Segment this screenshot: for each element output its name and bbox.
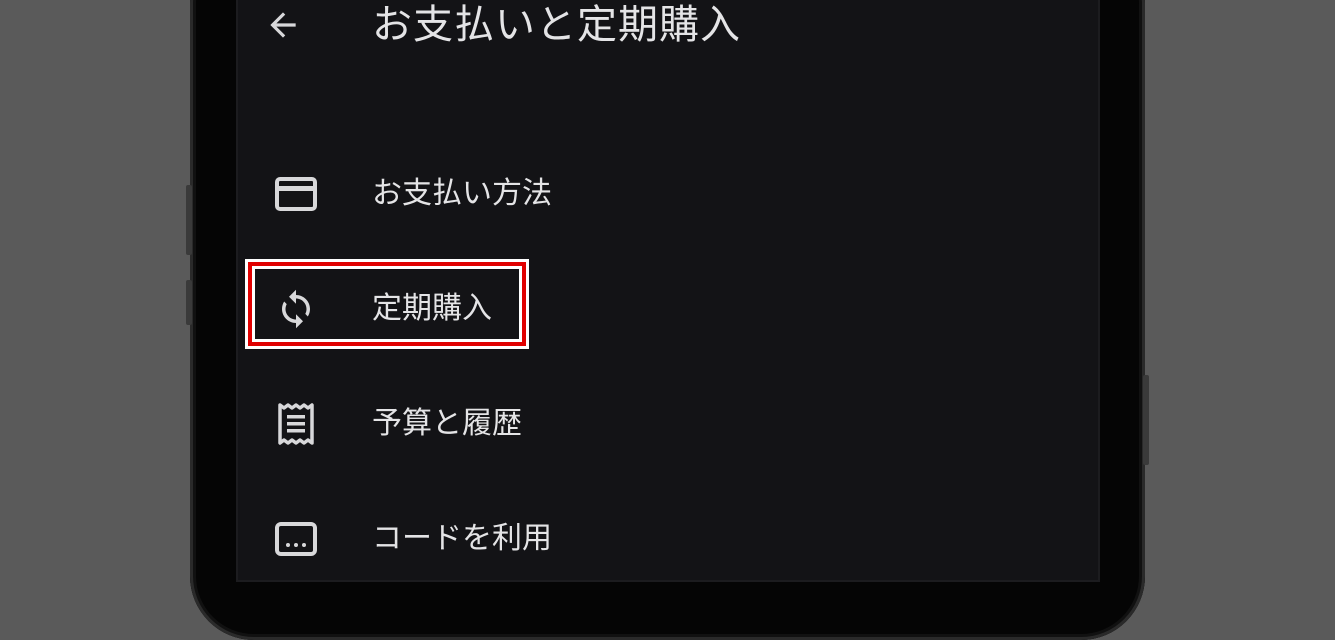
arrow-left-icon bbox=[270, 12, 296, 38]
credit-card-icon bbox=[274, 174, 318, 214]
menu-item-label: お支払い方法 bbox=[372, 176, 552, 211]
menu-item-label: 定期購入 bbox=[372, 291, 492, 326]
phone-side-button-left bbox=[186, 185, 192, 255]
menu-item-label: コードを利用 bbox=[372, 521, 552, 556]
app-screen: お支払いと定期購入 お支払い方法 定期購入 予算と履歴 コードを利用 bbox=[238, 0, 1098, 580]
back-button[interactable] bbox=[258, 5, 308, 45]
menu-item-label: 予算と履歴 bbox=[372, 406, 522, 441]
phone-side-button-right bbox=[1143, 375, 1149, 465]
menu-item-budget-history[interactable]: 予算と履歴 bbox=[252, 389, 522, 459]
menu-item-payment-methods[interactable]: お支払い方法 bbox=[252, 159, 552, 229]
menu-item-redeem-code[interactable]: コードを利用 bbox=[252, 504, 552, 574]
menu-item-subscriptions[interactable]: 定期購入 bbox=[252, 274, 492, 344]
receipt-icon bbox=[274, 403, 318, 445]
sync-icon bbox=[274, 289, 318, 329]
app-bar: お支払いと定期購入 bbox=[238, 0, 1098, 50]
phone-side-button-left-2 bbox=[186, 280, 192, 325]
page-title: お支払いと定期購入 bbox=[372, 2, 741, 48]
redeem-code-icon bbox=[274, 519, 318, 559]
